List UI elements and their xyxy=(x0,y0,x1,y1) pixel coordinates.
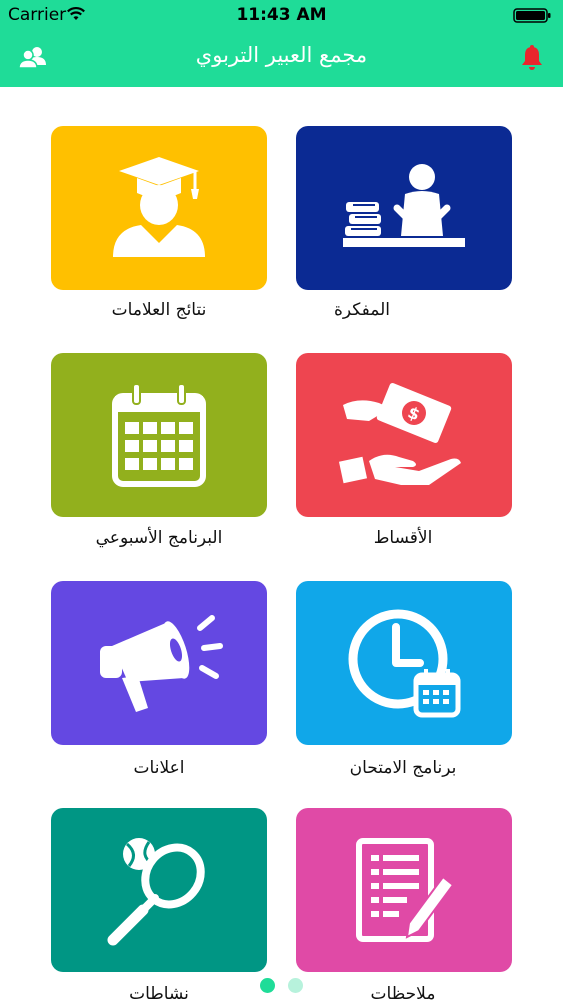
tile-label-notes: ملاحظات xyxy=(370,984,436,1004)
nav-bar: مجمع العبير التربوي xyxy=(0,30,563,87)
page-dot-active[interactable] xyxy=(260,978,275,993)
menu-tile-activities[interactable] xyxy=(51,808,267,972)
student-desk-icon xyxy=(339,158,469,258)
tile-label-activities: نشاطات xyxy=(129,984,189,1004)
menu-tile-installments[interactable]: $ xyxy=(296,353,512,517)
megaphone-icon xyxy=(94,608,224,718)
clock-label: 11:43 AM xyxy=(236,5,327,25)
menu-tile-announcements[interactable] xyxy=(51,581,267,745)
menu-tile-exam-schedule[interactable] xyxy=(296,581,512,745)
battery-icon xyxy=(513,8,553,23)
menu-tile-notes[interactable] xyxy=(296,808,512,972)
graduate-icon xyxy=(109,153,209,263)
calendar-icon xyxy=(109,380,209,490)
tile-label-announcements: اعلانات xyxy=(133,758,185,778)
page-dot-inactive[interactable] xyxy=(288,978,303,993)
menu-tile-weekly-schedule[interactable] xyxy=(51,353,267,517)
notes-icon xyxy=(349,835,459,945)
tile-label-weekly-schedule: البرنامج الأسبوعي xyxy=(95,528,223,548)
page-title: مجمع العبير التربوي xyxy=(195,43,368,67)
status-bar: Carrier 11:43 AM xyxy=(0,0,563,30)
tile-label-installments: الأقساط xyxy=(373,528,433,548)
tennis-icon xyxy=(99,830,219,950)
menu-tile-grades[interactable] xyxy=(51,126,267,290)
tile-label-exam-schedule: برنامج الامتحان xyxy=(349,758,457,778)
money-hand-icon: $ xyxy=(339,375,469,495)
clock-calendar-icon xyxy=(344,603,464,723)
menu-tile-notebook[interactable] xyxy=(296,126,512,290)
bell-icon[interactable] xyxy=(519,44,545,72)
tile-label-grades: نتائج العلامات xyxy=(111,300,207,320)
